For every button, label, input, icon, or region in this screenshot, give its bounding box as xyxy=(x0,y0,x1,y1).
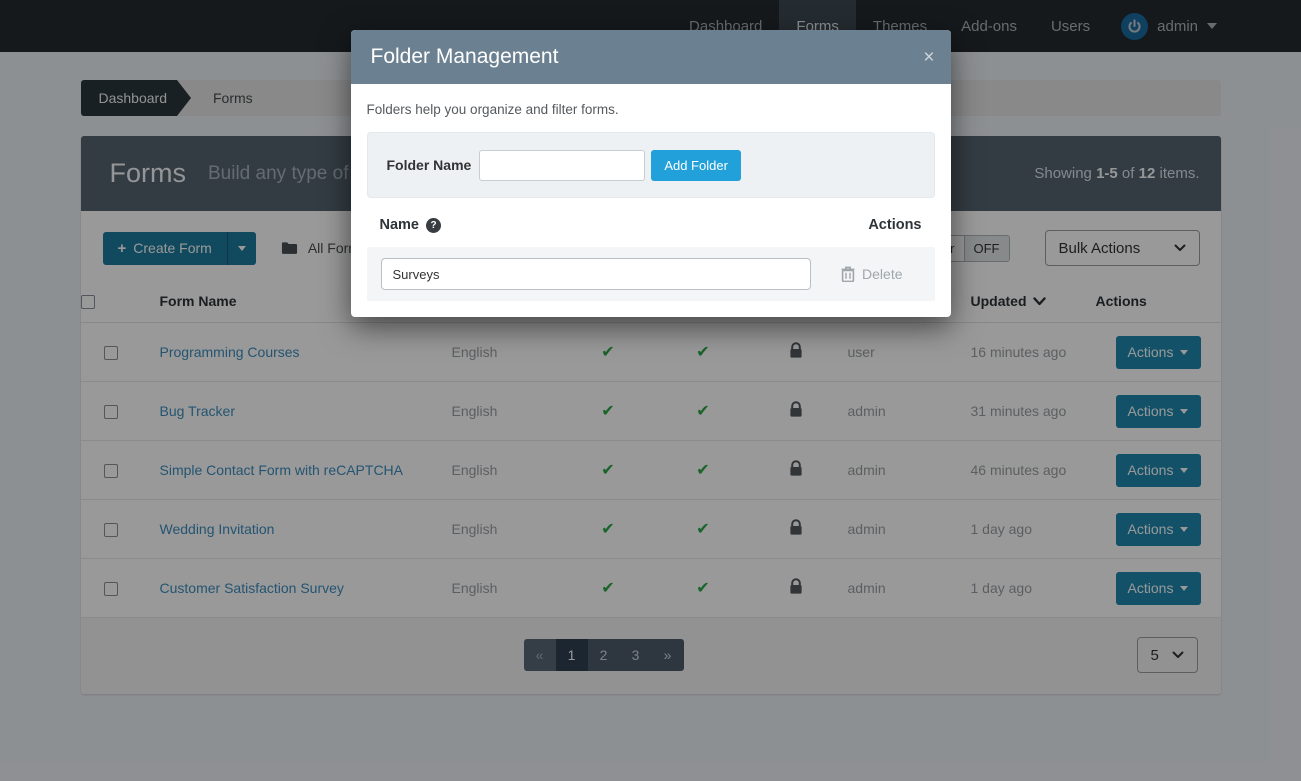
folder-list-item: Delete xyxy=(367,247,935,301)
close-icon[interactable]: × xyxy=(923,48,934,67)
delete-folder-button[interactable]: Delete xyxy=(841,266,902,282)
trash-icon xyxy=(841,266,855,282)
modal-title: Folder Management xyxy=(371,45,924,69)
folder-name-input[interactable] xyxy=(479,150,645,181)
folder-list-header: Name ? Actions xyxy=(380,217,922,233)
add-folder-button[interactable]: Add Folder xyxy=(651,150,741,181)
modal-header: Folder Management × xyxy=(351,30,951,84)
folder-rename-input[interactable] xyxy=(381,258,811,290)
modal-body: Folders help you organize and filter for… xyxy=(351,84,951,317)
folder-name-label: Folder Name xyxy=(387,157,472,173)
folder-management-modal: Folder Management × Folders help you org… xyxy=(351,30,951,317)
folder-list-name-header: Name xyxy=(380,217,420,233)
help-question-icon[interactable]: ? xyxy=(426,218,441,233)
add-folder-well: Folder Name Add Folder xyxy=(367,132,935,198)
modal-help-text: Folders help you organize and filter for… xyxy=(367,102,935,117)
folder-list-actions-header: Actions xyxy=(868,217,921,233)
